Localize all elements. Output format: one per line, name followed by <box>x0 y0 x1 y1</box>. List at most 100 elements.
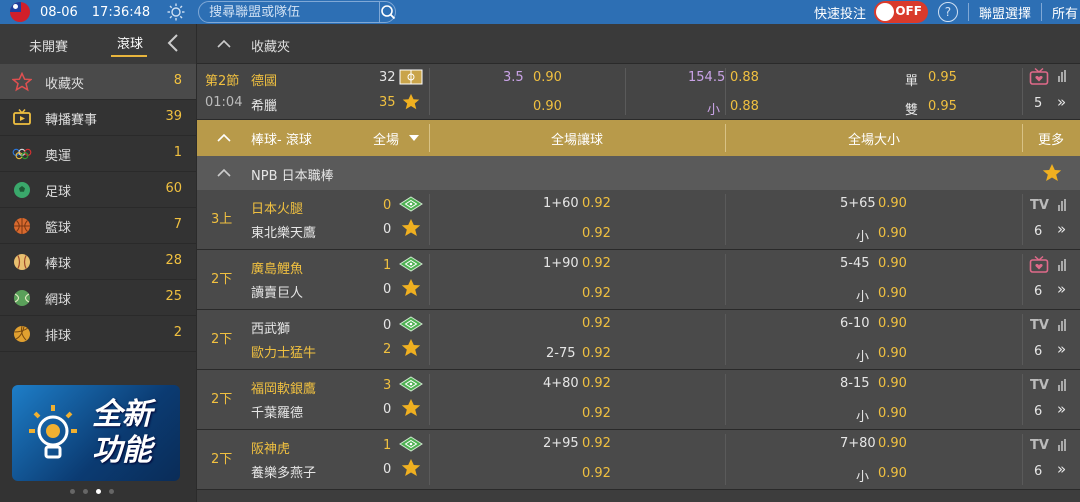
sidebar-item-soccer[interactable]: 足球 60 <box>0 172 196 208</box>
more-count[interactable]: 5 <box>1034 96 1042 111</box>
handicap-home-odds[interactable]: 0.90 <box>533 70 562 85</box>
all-button[interactable]: 所有 <box>1042 3 1080 22</box>
quick-bet-toggle[interactable]: OFF <box>873 1 928 23</box>
tab-live[interactable]: 滾球 <box>117 33 143 52</box>
total-over-odds[interactable]: 0.90 <box>878 316 907 331</box>
stats-icon[interactable] <box>1058 259 1066 271</box>
baseball-field-icon[interactable] <box>399 196 423 216</box>
league-header[interactable]: NPB 日本職棒 <box>197 156 1080 190</box>
period-select[interactable]: 全場 <box>373 129 399 148</box>
total-over-odds[interactable]: 0.90 <box>878 196 907 211</box>
handicap-home-odds[interactable]: 0.92 <box>582 316 611 331</box>
search-input[interactable] <box>199 4 380 20</box>
handicap-home-odds[interactable]: 0.92 <box>582 436 611 451</box>
promo-banner[interactable]: 全新功能 <box>12 385 180 481</box>
star-icon[interactable] <box>401 458 421 482</box>
carousel-dot-active[interactable] <box>96 489 101 494</box>
sidebar-item-baseball[interactable]: 棒球 28 <box>0 244 196 280</box>
tv-label[interactable]: TV <box>1030 198 1049 213</box>
star-icon[interactable] <box>401 338 421 362</box>
handicap-away-odds[interactable]: 0.92 <box>582 286 611 301</box>
caret-down-icon[interactable] <box>409 135 419 141</box>
live-tv-icon[interactable] <box>1029 255 1049 278</box>
more-chevron-icon[interactable]: » <box>1057 460 1066 478</box>
handicap-home-odds[interactable]: 0.92 <box>582 256 611 271</box>
total-under-odds[interactable]: 0.90 <box>878 286 907 301</box>
carousel-dot[interactable] <box>109 489 114 494</box>
handicap-home-odds[interactable]: 0.92 <box>582 376 611 391</box>
tab-upcoming[interactable]: 未開賽 <box>29 36 68 55</box>
more-chevron-icon[interactable]: » <box>1057 220 1066 238</box>
odd-odds[interactable]: 0.95 <box>928 70 957 85</box>
more-count[interactable]: 6 <box>1034 404 1042 419</box>
chevron-up-icon[interactable] <box>217 168 231 178</box>
more-chevron-icon[interactable]: » <box>1057 93 1066 111</box>
star-icon[interactable] <box>402 93 420 111</box>
tv-label[interactable]: TV <box>1030 378 1049 393</box>
stats-icon[interactable] <box>1058 199 1066 211</box>
more-chevron-icon[interactable]: » <box>1057 340 1066 358</box>
chevron-left-icon[interactable] <box>166 33 182 53</box>
stats-icon[interactable] <box>1058 319 1066 331</box>
more-count[interactable]: 6 <box>1034 344 1042 359</box>
league-select-button[interactable]: 聯盟選擇 <box>969 3 1041 22</box>
star-icon[interactable] <box>401 398 421 422</box>
home-team[interactable]: 福岡軟銀鷹 <box>251 378 316 397</box>
away-team[interactable]: 千葉羅德 <box>251 402 303 421</box>
help-icon[interactable]: ? <box>937 2 958 22</box>
live-tv-icon[interactable] <box>1029 68 1049 86</box>
total-under-odds[interactable]: 0.88 <box>730 99 759 114</box>
total-over-odds[interactable]: 0.90 <box>878 436 907 451</box>
carousel-dot[interactable] <box>83 489 88 494</box>
handicap-away-odds[interactable]: 0.92 <box>582 226 611 241</box>
basketball-court-icon[interactable] <box>399 68 423 86</box>
flag-icon[interactable] <box>10 2 30 22</box>
home-team[interactable]: 日本火腿 <box>251 198 303 217</box>
even-odds[interactable]: 0.95 <box>928 99 957 114</box>
sidebar-item-favorites[interactable]: 收藏夾 8 <box>0 64 196 100</box>
home-team[interactable]: 阪神虎 <box>251 438 290 457</box>
star-icon[interactable] <box>401 278 421 302</box>
more-count[interactable]: 6 <box>1034 224 1042 239</box>
tv-label[interactable]: TV <box>1030 438 1049 453</box>
more-count[interactable]: 6 <box>1034 464 1042 479</box>
total-under-odds[interactable]: 0.90 <box>878 406 907 421</box>
away-team[interactable]: 希臘 <box>251 95 277 114</box>
handicap-away-odds[interactable]: 0.92 <box>582 346 611 361</box>
sidebar-item-volleyball[interactable]: 排球 2 <box>0 316 196 352</box>
tv-label[interactable]: TV <box>1030 318 1049 333</box>
baseball-field-icon[interactable] <box>399 256 423 276</box>
sidebar-item-tennis[interactable]: 網球 25 <box>0 280 196 316</box>
more-chevron-icon[interactable]: » <box>1057 280 1066 298</box>
stats-icon[interactable] <box>1058 70 1066 82</box>
home-team[interactable]: 德國 <box>251 70 277 89</box>
stats-icon[interactable] <box>1058 439 1066 451</box>
sidebar-item-basketball[interactable]: 籃球 7 <box>0 208 196 244</box>
star-icon[interactable] <box>1042 163 1062 183</box>
away-team[interactable]: 養樂多燕子 <box>251 462 316 481</box>
more-count[interactable]: 6 <box>1034 284 1042 299</box>
handicap-away-odds[interactable]: 0.92 <box>582 466 611 481</box>
total-under-odds[interactable]: 0.90 <box>878 466 907 481</box>
handicap-home-odds[interactable]: 0.92 <box>582 196 611 211</box>
home-team[interactable]: 廣島鯉魚 <box>251 258 303 277</box>
home-team[interactable]: 西武獅 <box>251 318 290 337</box>
more-chevron-icon[interactable]: » <box>1057 400 1066 418</box>
star-icon[interactable] <box>401 218 421 242</box>
sidebar-item-live-streams[interactable]: 轉播賽事 39 <box>0 100 196 136</box>
favorites-header[interactable]: 收藏夾 <box>197 24 1080 64</box>
away-team[interactable]: 歐力士猛牛 <box>251 342 316 361</box>
sidebar-item-olympics[interactable]: 奧運 1 <box>0 136 196 172</box>
carousel-dot[interactable] <box>70 489 75 494</box>
search-icon[interactable] <box>379 2 396 22</box>
baseball-field-icon[interactable] <box>399 436 423 456</box>
total-over-odds[interactable]: 0.90 <box>878 376 907 391</box>
total-under-odds[interactable]: 0.90 <box>878 226 907 241</box>
sun-icon[interactable] <box>166 2 186 22</box>
baseball-field-icon[interactable] <box>399 316 423 336</box>
chevron-up-icon[interactable] <box>217 39 231 49</box>
handicap-away-odds[interactable]: 0.90 <box>533 99 562 114</box>
away-team[interactable]: 讀賣巨人 <box>251 282 303 301</box>
stats-icon[interactable] <box>1058 379 1066 391</box>
handicap-away-odds[interactable]: 0.92 <box>582 406 611 421</box>
